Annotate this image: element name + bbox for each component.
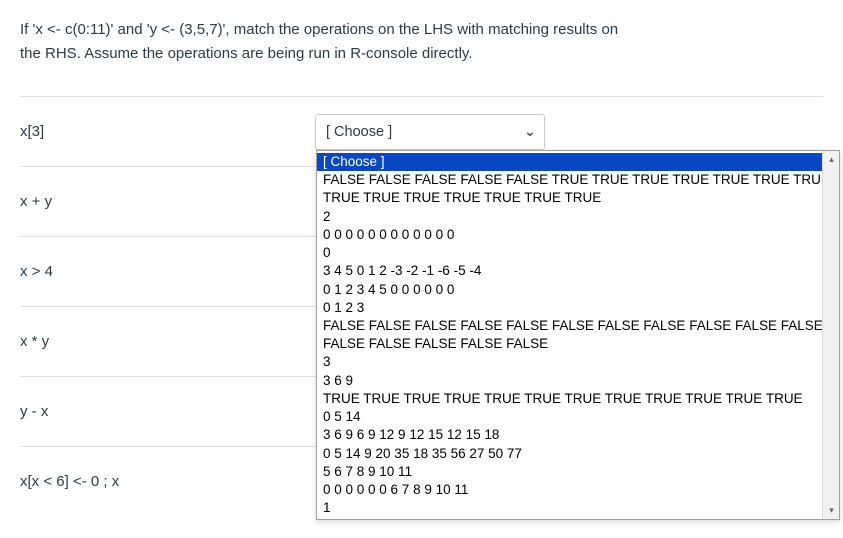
option-item[interactable]: FALSE FALSE FALSE FALSE FALSE FALSE FALS… bbox=[317, 317, 822, 335]
chevron-down-icon: ⌄ bbox=[524, 124, 536, 140]
lhs-label: x[x < 6] <- 0 ; x bbox=[20, 473, 315, 490]
option-item[interactable]: 0 5 14 bbox=[317, 408, 822, 426]
question-line-2: the RHS. Assume the operations are being… bbox=[20, 45, 472, 62]
option-item[interactable]: 3 bbox=[317, 353, 822, 371]
lhs-label: x + y bbox=[20, 193, 315, 210]
option-item[interactable]: FALSE FALSE FALSE FALSE FALSE TRUE TRUE … bbox=[317, 171, 822, 189]
dropdown-listbox[interactable]: [ Choose ] FALSE FALSE FALSE FALSE FALSE… bbox=[316, 150, 840, 520]
lhs-label: x[3] bbox=[20, 123, 315, 140]
question-line-1: If 'x <- c(0:11)' and 'y <- (3,5,7)', ma… bbox=[20, 21, 618, 38]
lhs-label: x > 4 bbox=[20, 263, 315, 280]
option-item[interactable]: 0 bbox=[317, 244, 822, 262]
option-item[interactable]: 0 0 0 0 0 0 6 7 8 9 10 11 bbox=[317, 481, 822, 499]
option-item[interactable]: TRUE TRUE TRUE TRUE TRUE TRUE TRUE bbox=[317, 189, 822, 207]
lhs-label: x * y bbox=[20, 333, 315, 350]
option-item[interactable]: 5 6 7 8 9 10 11 bbox=[317, 463, 822, 481]
option-item[interactable]: 3 6 9 6 9 12 9 12 15 12 15 18 bbox=[317, 426, 822, 444]
option-item[interactable]: 0 5 14 9 20 35 18 35 56 27 50 77 bbox=[317, 445, 822, 463]
question-text: If 'x <- c(0:11)' and 'y <- (3,5,7)', ma… bbox=[20, 18, 823, 66]
option-item[interactable]: 0 0 0 0 0 0 0 0 0 0 0 0 bbox=[317, 226, 822, 244]
scroll-up-icon[interactable]: ▴ bbox=[823, 151, 840, 168]
select-value: [ Choose ] bbox=[326, 124, 392, 140]
answer-select-0[interactable]: [ Choose ] ⌄ bbox=[315, 114, 545, 150]
option-item[interactable]: 2 bbox=[317, 208, 822, 226]
dropdown-scrollbar[interactable]: ▴ ▾ bbox=[822, 151, 839, 519]
option-item[interactable]: 0 1 2 3 4 5 0 0 0 0 0 0 bbox=[317, 281, 822, 299]
dropdown-options: [ Choose ] FALSE FALSE FALSE FALSE FALSE… bbox=[317, 151, 822, 519]
option-item[interactable]: TRUE TRUE TRUE TRUE TRUE TRUE TRUE TRUE … bbox=[317, 390, 822, 408]
scroll-down-icon[interactable]: ▾ bbox=[823, 502, 840, 519]
option-item[interactable]: 1 bbox=[317, 499, 822, 517]
option-item[interactable]: 0 1 2 3 bbox=[317, 299, 822, 317]
option-item[interactable]: FALSE FALSE FALSE FALSE FALSE bbox=[317, 335, 822, 353]
option-choose[interactable]: [ Choose ] bbox=[317, 153, 822, 171]
option-item[interactable]: 3 6 9 bbox=[317, 372, 822, 390]
option-item[interactable]: 3 4 5 0 1 2 -3 -2 -1 -6 -5 -4 bbox=[317, 262, 822, 280]
lhs-label: y - x bbox=[20, 403, 315, 420]
